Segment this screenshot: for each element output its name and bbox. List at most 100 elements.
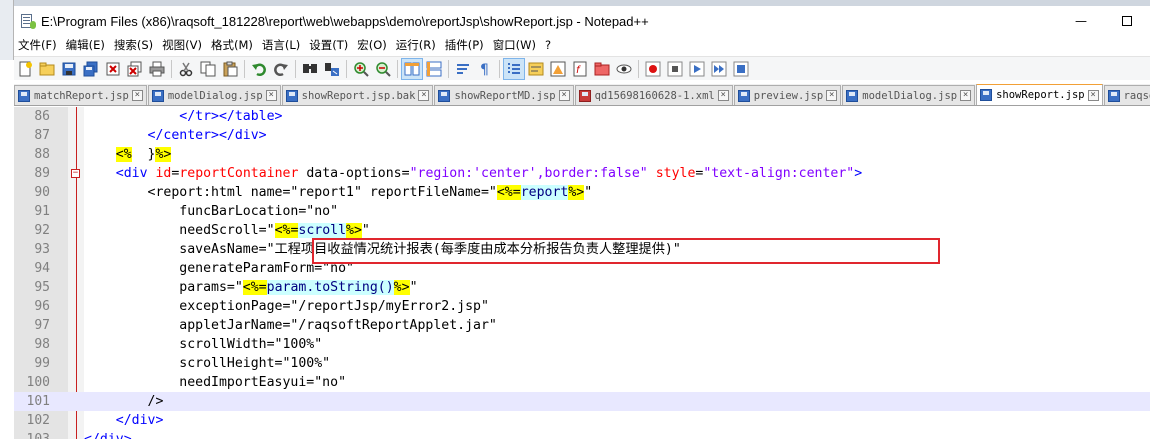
tab-close-icon[interactable]: ×	[826, 90, 838, 101]
menu-item[interactable]: 搜索(S)	[110, 37, 158, 53]
minimize-button[interactable]: —	[1058, 6, 1104, 36]
document-map-icon	[550, 61, 566, 76]
stop-record-button[interactable]	[664, 58, 686, 80]
code-line[interactable]: 96 exceptionPage="/reportJsp/myError2.js…	[14, 297, 1150, 316]
menu-item[interactable]: 编辑(E)	[62, 37, 110, 53]
tab-close-icon[interactable]: ×	[131, 90, 143, 101]
code-line[interactable]: 102 </div>	[14, 411, 1150, 430]
record-macro-button[interactable]	[642, 58, 664, 80]
code-text: appletJarName="/raqsoftReportApplet.jar"	[84, 318, 497, 333]
code-line[interactable]: 88 <% }%>	[14, 145, 1150, 164]
tab-document[interactable]: showReport.jsp.bak ×	[281, 85, 434, 105]
tab-label: modelDialog.jsp	[862, 89, 958, 102]
user-language-button[interactable]	[525, 58, 547, 80]
find-button[interactable]	[299, 58, 321, 80]
show-all-chars-button[interactable]: ¶	[474, 58, 496, 80]
tab-document[interactable]: matchReport.jsp ×	[14, 85, 147, 105]
show-all-chars-icon: ¶	[480, 62, 489, 77]
run-macro-multiple-button[interactable]	[708, 58, 730, 80]
copy-button[interactable]	[197, 58, 219, 80]
save-all-button[interactable]	[80, 58, 102, 80]
tab-close-icon[interactable]: ×	[558, 90, 570, 101]
redo-button[interactable]	[270, 58, 292, 80]
code-line[interactable]: 100 needImportEasyui="no"	[14, 373, 1150, 392]
code-text: needImportEasyui="no"	[84, 375, 347, 390]
print-button[interactable]	[146, 58, 168, 80]
menu-item[interactable]: 设置(T)	[305, 37, 353, 53]
code-line[interactable]: 103 </div>	[14, 430, 1150, 439]
zoom-out-button[interactable]	[372, 58, 394, 80]
code-editor[interactable]: 86 </tr></table> 87 </center></div> 88 <% …	[14, 107, 1150, 439]
folder-workspace-button[interactable]	[591, 58, 613, 80]
undo-button[interactable]	[248, 58, 270, 80]
replace-button[interactable]	[321, 58, 343, 80]
tab-close-icon[interactable]: ×	[418, 90, 430, 101]
tab-document[interactable]: raqsoftConfig.xml×	[1103, 85, 1150, 105]
paste-button[interactable]	[219, 58, 241, 80]
tab-active-document[interactable]: showReport.jsp ×	[976, 84, 1103, 105]
saved-file-icon	[737, 89, 750, 102]
code-line[interactable]: 86 </tr></table>	[14, 107, 1150, 126]
close-button[interactable]	[102, 58, 124, 80]
tab-document[interactable]: modelDialog.jsp ×	[147, 85, 281, 105]
document-map-button[interactable]	[547, 58, 569, 80]
tab-label: qd15698160628-1.xml	[594, 89, 715, 102]
code-line[interactable]: 97 appletJarName="/raqsoftReportApplet.j…	[14, 316, 1150, 335]
tab-close-icon[interactable]: ×	[1087, 89, 1099, 101]
menu-item[interactable]: 语言(L)	[258, 37, 305, 53]
save-macro-icon	[733, 61, 749, 76]
line-number: 96	[34, 299, 50, 314]
code-line[interactable]: 87 </center></div>	[14, 126, 1150, 145]
save-button[interactable]	[58, 58, 80, 80]
code-line[interactable]: 95 params="<%=param.toString()%>"	[14, 278, 1150, 297]
zoom-in-button[interactable]	[350, 58, 372, 80]
new-file-button[interactable]	[14, 58, 36, 80]
code-text: exceptionPage="/reportJsp/myError2.jsp"	[84, 299, 489, 314]
annotation-highlight-box	[312, 238, 940, 264]
code-line[interactable]: 98 scrollWidth="100%"	[14, 335, 1150, 354]
fold-toggle-icon[interactable]: −	[71, 169, 80, 178]
tab-label: showReport.jsp.bak	[301, 89, 416, 102]
notepadpp-app-icon[interactable]	[19, 13, 36, 29]
menu-item[interactable]: 格式(M)	[207, 37, 258, 53]
saved-file-icon	[151, 89, 164, 102]
code-line[interactable]: 90 <report:html name="report1" reportFil…	[14, 183, 1150, 202]
close-all-button[interactable]	[124, 58, 146, 80]
unsaved-file-icon	[578, 89, 591, 102]
title-bar[interactable]: E:\Program Files (x86)\raqsoft_181228\re…	[14, 6, 1150, 36]
sync-horizontal-button[interactable]	[423, 58, 445, 80]
tab-close-icon[interactable]: ×	[717, 90, 729, 101]
indent-guide-button[interactable]	[503, 57, 525, 80]
tab-close-icon[interactable]: ×	[265, 90, 277, 101]
maximize-button[interactable]	[1104, 6, 1150, 36]
menu-item[interactable]: 宏(O)	[353, 37, 392, 53]
tab-close-icon[interactable]: ×	[960, 90, 972, 101]
menu-item[interactable]: 窗口(W)	[489, 37, 541, 53]
tab-label: showReportMD.jsp	[454, 89, 556, 102]
tab-document[interactable]: modelDialog.jsp ×	[842, 85, 976, 105]
open-file-button[interactable]	[36, 58, 58, 80]
code-text: <div id=reportContainer data-options="re…	[115, 166, 863, 181]
toolbar-separator	[397, 59, 398, 78]
code-line[interactable]: 101 />	[14, 392, 1150, 411]
menu-item[interactable]: ?	[541, 38, 556, 52]
tab-document[interactable]: showReportMD.jsp ×	[434, 85, 574, 105]
word-wrap-button[interactable]	[452, 58, 474, 80]
code-line[interactable]: 99 scrollHeight="100%"	[14, 354, 1150, 373]
code-line[interactable]: 89 − <div id=reportContainer data-options…	[14, 164, 1150, 183]
sync-vertical-button[interactable]	[401, 57, 423, 80]
cut-button[interactable]	[175, 58, 197, 80]
toolbar-separator	[244, 59, 245, 78]
menu-item[interactable]: 视图(V)	[158, 37, 207, 53]
menu-item[interactable]: 文件(F)	[14, 37, 62, 53]
monitor-button[interactable]	[613, 58, 635, 80]
save-macro-button[interactable]	[730, 58, 752, 80]
function-list-button[interactable]: f	[569, 58, 591, 80]
menu-item[interactable]: 插件(P)	[441, 37, 489, 53]
play-macro-button[interactable]	[686, 58, 708, 80]
code-line[interactable]: 91 funcBarLocation="no"	[14, 202, 1150, 221]
tab-document[interactable]: preview.jsp ×	[733, 85, 842, 105]
menu-item[interactable]: 运行(R)	[392, 37, 441, 53]
user-language-icon	[528, 62, 544, 75]
tab-document[interactable]: qd15698160628-1.xml ×	[574, 85, 733, 105]
